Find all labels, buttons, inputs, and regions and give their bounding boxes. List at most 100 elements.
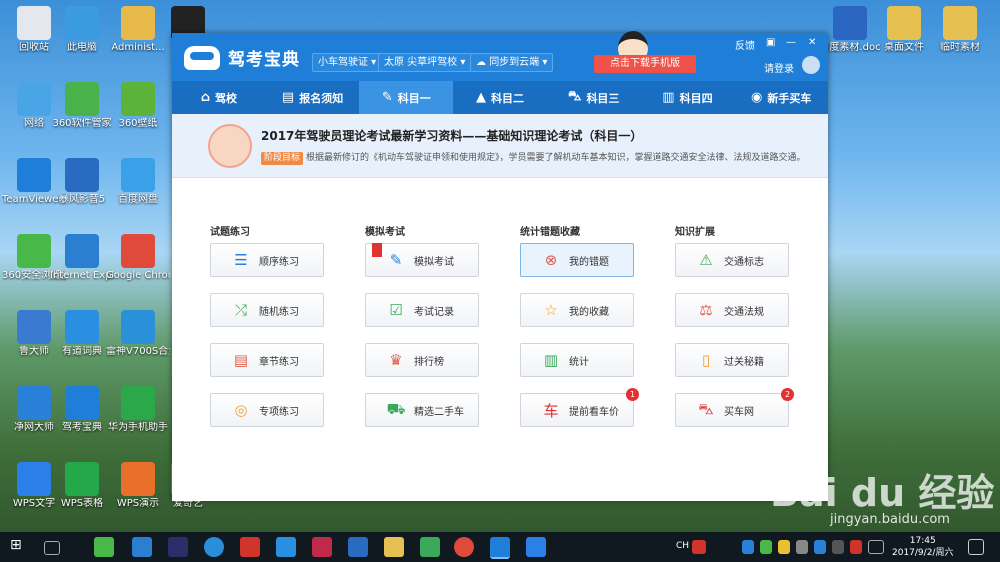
tray-bluetooth-icon[interactable]: [814, 540, 826, 554]
desktop-icon-ie[interactable]: Internet Explorer: [50, 234, 114, 282]
desktop-icon-360-software[interactable]: 360软件管家: [50, 82, 114, 130]
user-avatar[interactable]: [802, 56, 820, 74]
close-icon[interactable]: ✕: [808, 37, 816, 48]
baidu-watermark-url: jingyan.baidu.com: [830, 512, 950, 527]
sync-button[interactable]: ☁ 同步到云端 ▾: [470, 53, 554, 72]
desktop-icon-label: 百度网盘: [118, 194, 158, 205]
taskbar-clock[interactable]: 17:45 2017/9/2/周六: [892, 535, 953, 559]
desktop-icon-temp-material[interactable]: 临时素材: [928, 6, 992, 54]
tab-icon: ◉: [751, 90, 763, 105]
feature-button[interactable]: ✎ 模拟考试: [365, 243, 479, 277]
feature-button[interactable]: ⊗ 我的错题: [520, 243, 634, 277]
desktop-icon-youdao[interactable]: 有道词典: [50, 310, 114, 358]
feature-label: 买车网: [724, 406, 754, 418]
tray-360-icon[interactable]: [760, 540, 772, 554]
desktop-icon-label: 360壁纸: [118, 118, 158, 129]
tab-label: 科目三: [586, 91, 620, 105]
subject-banner: 2017年驾驶员理论考试最新学习资料——基础知识理论考试（科目一） 阶段目标 根…: [172, 114, 828, 178]
taskbar-baofeng-icon[interactable]: [348, 537, 368, 557]
tab-3[interactable]: ✎ 科目一: [359, 81, 454, 114]
feature-button[interactable]: ♛ 排行榜: [365, 343, 479, 377]
tray-star-icon[interactable]: [778, 540, 790, 554]
taskbar-acrobat-icon[interactable]: [240, 537, 260, 557]
taskbar-360-icon[interactable]: [94, 537, 114, 557]
minimize-icon[interactable]: —: [786, 37, 796, 48]
feature-label: 随机练习: [259, 306, 299, 318]
tab-icon: ⛍: [568, 89, 582, 104]
tab-2[interactable]: ▤ 报名须知: [266, 81, 360, 114]
feature-button[interactable]: ▯ 过关秘籍: [675, 343, 789, 377]
feature-label: 过关秘籍: [724, 356, 764, 368]
license-select[interactable]: 小车驾驶证 ▾: [312, 53, 383, 72]
desktop-icon-huawei[interactable]: 华为手机助手: [106, 386, 170, 434]
tab-5[interactable]: ⛍ 科目三: [547, 81, 641, 114]
network-icon: [17, 82, 51, 116]
feature-button[interactable]: ⛍ 买车网 2: [675, 388, 794, 427]
jiakao-window: 驾考宝典 小车驾驶证 ▾ 太原 尖草坪驾校 ▾ ☁ 同步到云端 ▾ 点击下载手机…: [172, 31, 828, 501]
school-select[interactable]: 太原 尖草坪驾校 ▾: [378, 53, 472, 72]
taskbar-ps-icon[interactable]: [168, 537, 188, 557]
feature-button[interactable]: ▥ 统计: [520, 343, 634, 377]
desktop-icon-baidu-pan[interactable]: 百度网盘: [106, 158, 170, 206]
taskbar-ie-icon[interactable]: [132, 537, 152, 557]
skin-icon[interactable]: ▣: [766, 37, 775, 48]
tab-4[interactable]: ▲ 科目二: [453, 81, 547, 114]
tab-1[interactable]: ⌂ 驾校: [172, 81, 266, 114]
feature-label: 章节练习: [259, 356, 299, 368]
recycle-bin-icon: [17, 6, 51, 40]
feature-button[interactable]: ⚠ 交通标志: [675, 243, 789, 277]
tray-keyboard-icon[interactable]: [868, 540, 884, 554]
feature-button[interactable]: ⛟ 精选二手车: [365, 393, 479, 427]
notification-icon[interactable]: [968, 539, 984, 555]
taskbar-k-icon[interactable]: [204, 537, 224, 557]
taskbar-chrome-icon[interactable]: [454, 537, 474, 557]
desktop-icon-jiakao[interactable]: 驾考宝典: [50, 386, 114, 434]
desktop-icon-baofeng[interactable]: 暴风影音5: [50, 158, 114, 206]
tab-6[interactable]: ▥ 科目四: [641, 81, 735, 114]
taskbar-jiakao-icon[interactable]: [490, 537, 510, 559]
desktop-icon-this-pc[interactable]: 此电脑: [50, 6, 114, 54]
feature-button[interactable]: ☑ 考试记录: [365, 293, 479, 327]
feature-button[interactable]: ☆ 我的收藏: [520, 293, 634, 327]
feature-label: 模拟考试: [414, 256, 454, 268]
feature-icon: ⊗: [544, 251, 558, 269]
desktop-icon-label: 华为手机助手: [108, 422, 168, 433]
feature-button[interactable]: ▤ 章节练习: [210, 343, 324, 377]
feature-button[interactable]: ⤮ 随机练习: [210, 293, 324, 327]
ie-icon: [65, 234, 99, 268]
desktop-icon-wps-sheet[interactable]: WPS表格: [50, 462, 114, 510]
taskbar-iqiyi-icon[interactable]: [420, 537, 440, 557]
ime-indicator[interactable]: CH: [676, 541, 689, 551]
360-browser-icon: [17, 234, 51, 268]
desktop-icon-360-wallpaper[interactable]: 360壁纸: [106, 82, 170, 130]
windows-start-icon[interactable]: ⊞: [10, 537, 30, 557]
tab-7[interactable]: ◉ 新手买车: [734, 81, 828, 114]
taskbar-youdao-icon[interactable]: [276, 537, 296, 557]
taskbar-arrow-icon[interactable]: [312, 537, 332, 557]
tray-shield-icon[interactable]: [742, 540, 754, 554]
clock-date: 2017/9/2/周六: [892, 548, 954, 558]
taskbar-wps-icon[interactable]: [526, 537, 546, 557]
feature-column: 统计错题收藏 ⊗ 我的错题 ☆ 我的收藏 ▥ 统计车提前看车价 1: [520, 223, 639, 443]
feature-button[interactable]: ◎ 专项练习: [210, 393, 324, 427]
desktop-icon-chrome[interactable]: Google Chrome: [106, 234, 170, 282]
feedback-link[interactable]: 反馈: [735, 37, 755, 52]
feature-button[interactable]: 车提前看车价 1: [520, 388, 639, 427]
desktop-icon-desktop-files[interactable]: 桌面文件: [872, 6, 936, 54]
sogou-ime-icon[interactable]: [692, 540, 706, 554]
desktop-icon-leishen[interactable]: 雷神V700S合金版键...: [106, 310, 170, 358]
column-title: 模拟考试: [365, 227, 405, 238]
desktop-icon-label: Google Chrome: [106, 270, 170, 281]
baidu-pan-icon: [121, 158, 155, 192]
login-link[interactable]: 请登录: [764, 60, 794, 75]
tray-wifi-icon[interactable]: [832, 540, 844, 554]
tray-device-icon[interactable]: [796, 540, 808, 554]
feature-button[interactable]: ☰ 顺序练习: [210, 243, 324, 277]
download-mobile-button[interactable]: 点击下载手机版: [594, 55, 696, 73]
column-title: 知识扩展: [675, 227, 715, 238]
desktop-icon-label: 360软件管家: [52, 118, 112, 129]
tray-network-icon[interactable]: [850, 540, 862, 554]
taskbar-folder-icon[interactable]: [384, 537, 404, 557]
feature-button[interactable]: ⚖ 交通法规: [675, 293, 789, 327]
task-view-icon[interactable]: [44, 541, 60, 555]
